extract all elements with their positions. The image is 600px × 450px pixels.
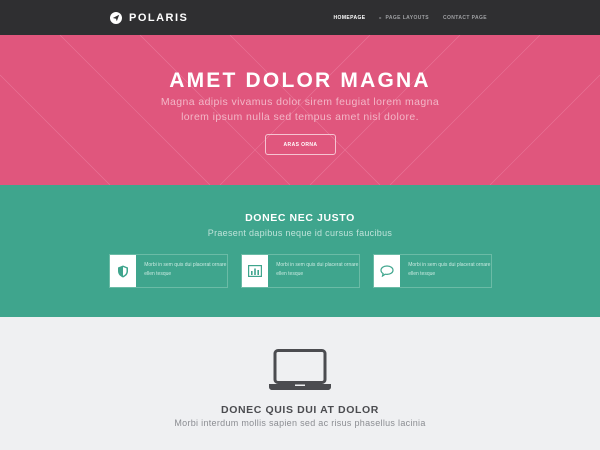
dropdown-arrow-icon: ▸ bbox=[379, 15, 382, 20]
nav-item-contact-page[interactable]: CONTACT PAGE bbox=[443, 15, 487, 21]
shield-icon bbox=[110, 255, 137, 287]
hero-title: AMET DOLOR MAGNA bbox=[169, 69, 431, 92]
feature-card: Morbi in sem quis dui placerat ornare el… bbox=[241, 254, 360, 288]
features-subtitle: Praesent dapibus neque id cursus faucibu… bbox=[207, 228, 393, 238]
brand-name: POLARIS bbox=[129, 12, 189, 24]
nav-item-label: PAGE LAYOUTS bbox=[385, 14, 429, 21]
bar-chart-icon bbox=[242, 255, 269, 287]
speech-bubble-icon bbox=[374, 255, 401, 287]
top-navbar: POLARIS HOMEPAGE ▸ PAGE LAYOUTS CONTACT … bbox=[0, 0, 600, 35]
feature-card-text: Morbi in sem quis dui placerat ornare el… bbox=[408, 262, 491, 277]
feature-card: Morbi in sem quis dui placerat ornare el… bbox=[109, 254, 228, 288]
nav-item-page-layouts[interactable]: ▸ PAGE LAYOUTS bbox=[380, 15, 429, 21]
feature-card-text: Morbi in sem quis dui placerat ornare el… bbox=[276, 262, 359, 277]
product-section: DONEC QUIS DUI AT DOLOR Morbi interdum m… bbox=[0, 317, 600, 450]
nav-item-homepage[interactable]: HOMEPAGE bbox=[334, 15, 366, 21]
hero-banner: AMET DOLOR MAGNA Magna adipis vivamus do… bbox=[0, 35, 600, 185]
nav-item-label: CONTACT PAGE bbox=[442, 14, 487, 21]
features-section: DONEC NEC JUSTO Praesent dapibus neque i… bbox=[0, 185, 600, 317]
brand-logo[interactable]: POLARIS bbox=[110, 10, 188, 26]
features-title: DONEC NEC JUSTO bbox=[245, 212, 355, 224]
hero-cta-button[interactable]: ARAS ORNA bbox=[265, 134, 336, 155]
main-menu: HOMEPAGE ▸ PAGE LAYOUTS CONTACT PAGE bbox=[320, 0, 487, 35]
feature-card-text: Morbi in sem quis dui placerat ornare el… bbox=[144, 262, 227, 277]
hero-subtitle: Magna adipis vivamus dolor sirem feugiat… bbox=[160, 96, 440, 123]
section-title: DONEC QUIS DUI AT DOLOR bbox=[221, 404, 379, 416]
paper-plane-icon bbox=[110, 12, 122, 24]
section-subtitle: Morbi interdum mollis sapien sed ac risu… bbox=[174, 418, 426, 428]
feature-card: Morbi in sem quis dui placerat ornare el… bbox=[373, 254, 492, 288]
laptop-icon bbox=[269, 349, 331, 390]
nav-item-label: HOMEPAGE bbox=[333, 14, 366, 21]
